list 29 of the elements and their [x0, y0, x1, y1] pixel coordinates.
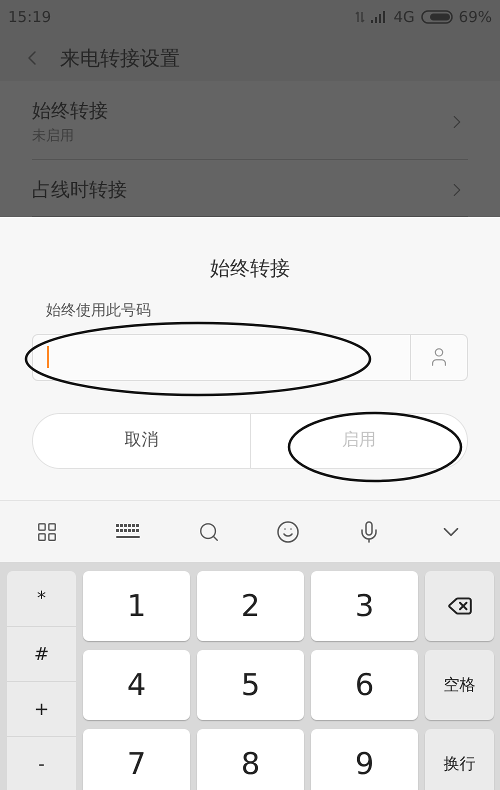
digit-key[interactable]: 6	[311, 650, 418, 720]
symbol-key[interactable]: #	[7, 626, 76, 681]
text-cursor	[47, 346, 49, 368]
function-key[interactable]: 空格	[425, 650, 494, 720]
page-title: 来电转接设置	[60, 44, 180, 72]
settings-row-title: 始终转接	[32, 99, 108, 124]
settings-row-title: 占线时转接	[32, 178, 127, 202]
function-key[interactable]: 换行	[425, 729, 494, 790]
digit-key[interactable]: 3	[311, 571, 418, 641]
symbol-key[interactable]: -	[7, 736, 76, 790]
grid-icon[interactable]	[36, 520, 58, 542]
search-icon[interactable]	[198, 520, 220, 542]
digit-key[interactable]: 1	[83, 571, 190, 641]
digit-key[interactable]: 2	[197, 571, 304, 641]
emoji-icon[interactable]	[276, 520, 300, 544]
digit-key[interactable]: 4	[83, 650, 190, 720]
backspace-key[interactable]	[425, 571, 494, 641]
symbol-key[interactable]: +	[7, 681, 76, 736]
digit-key[interactable]: 7	[83, 729, 190, 790]
digit-key[interactable]: 8	[197, 729, 304, 790]
data-arrows-icon	[355, 11, 366, 24]
dialog-button[interactable]: 取消	[33, 414, 250, 468]
battery-icon	[420, 10, 453, 24]
symbol-key[interactable]: *	[7, 571, 76, 626]
dialog-title: 始终转接	[210, 255, 290, 282]
digit-key[interactable]: 9	[311, 729, 418, 790]
signal-icon	[371, 11, 388, 24]
field-label: 始终使用此号码	[46, 300, 152, 321]
digit-key[interactable]: 5	[197, 650, 304, 720]
